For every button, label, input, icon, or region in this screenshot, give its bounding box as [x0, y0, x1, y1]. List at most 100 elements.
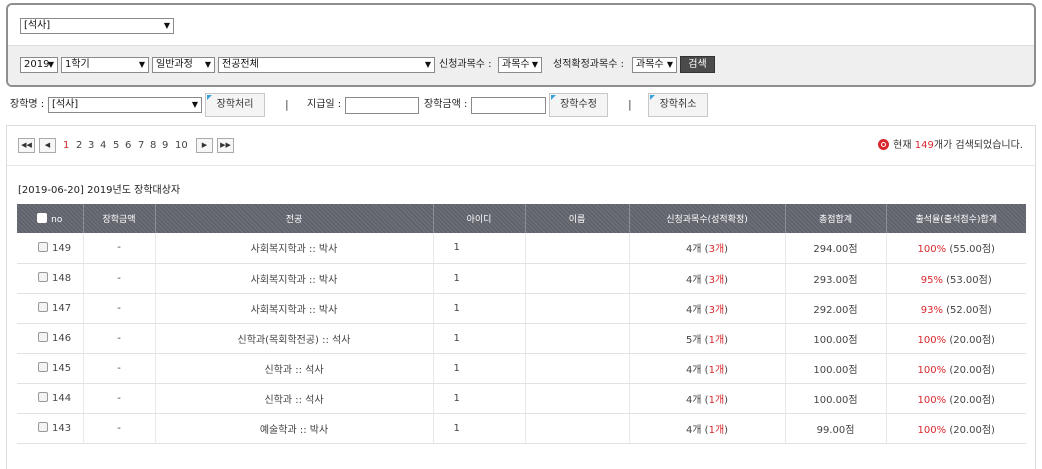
amount-label: 장학금액 : [424, 99, 468, 110]
chevron-down-icon: ▼ [47, 60, 54, 69]
major-select[interactable]: 전공전체 ▼ [218, 57, 435, 73]
table-row: 146 - 신학과(목회학전공) :: 석사 1 5개 (1개) 100.00점… [17, 323, 1026, 354]
year-select[interactable]: 2019 ▼ [20, 57, 58, 73]
row-apply: 4개 (1개) [628, 383, 785, 414]
result-count: 현재 149개가 검색되었습니다. [878, 138, 1023, 153]
row-attendance: 95% (53.00점) [885, 263, 1026, 294]
confirm-count-select[interactable]: 과목수 ▼ [632, 57, 677, 73]
prev-page-button[interactable]: ◀ [39, 138, 56, 153]
row-name [524, 353, 629, 384]
search-button[interactable]: 검색 [680, 56, 715, 73]
row-id: 1 [432, 353, 525, 384]
row-apply: 4개 (3개) [628, 233, 785, 264]
row-checkbox[interactable] [38, 241, 48, 252]
page-7[interactable]: 7 [138, 138, 144, 153]
page-6[interactable]: 6 [125, 138, 131, 153]
row-confirm-count: 3개 [708, 274, 725, 286]
row-id: 1 [432, 233, 525, 264]
search-panel: [석사] ▼ 2019 ▼ 1학기 ▼ 일반과정 ▼ 전공전체 ▼ 신청과목수 … [6, 3, 1036, 87]
scholarship-select[interactable]: [석사] ▼ [48, 97, 202, 113]
col-apply: 신청과목수(성적확정) [628, 204, 785, 233]
table-header: no 장학금액 전공 아이디 이름 신청과목수(성적확정) 총점합계 출석율(출… [17, 204, 1026, 233]
page-3[interactable]: 3 [88, 138, 94, 153]
semester-select-value: 1학기 [65, 59, 90, 70]
row-id: 1 [432, 413, 525, 444]
page-10[interactable]: 10 [175, 138, 188, 153]
row-apply-count: 5개 ( [685, 334, 709, 346]
separator: | [285, 98, 289, 111]
table-row: 145 - 신학과 :: 석사 1 4개 (1개) 100.00점 100% (… [17, 353, 1026, 384]
row-no: 143 [52, 423, 72, 434]
semester-select[interactable]: 1학기 ▼ [61, 57, 149, 73]
chevron-down-icon: ▼ [191, 100, 198, 109]
row-id: 1 [432, 293, 525, 324]
row-checkbox[interactable] [38, 422, 48, 432]
row-apply: 4개 (3개) [628, 263, 785, 294]
scholarship-cancel-button[interactable]: 장학취소 [648, 93, 708, 117]
page-9[interactable]: 9 [162, 138, 168, 153]
page-8[interactable]: 8 [150, 138, 156, 153]
select-all-checkbox[interactable] [37, 212, 48, 223]
row-attendance: 100% (55.00점) [885, 233, 1026, 264]
row-name [524, 233, 629, 264]
row-att-rate: 100% [917, 334, 947, 346]
row-attendance: 93% (52.00점) [885, 293, 1026, 324]
last-page-button[interactable]: ▶▶ [217, 138, 234, 153]
row-attendance: 100% (20.00점) [885, 353, 1026, 384]
major-select-value: 전공전체 [222, 59, 259, 70]
row-apply-close: ) [724, 274, 729, 286]
pay-date-input[interactable] [345, 97, 419, 114]
row-att-rate: 100% [917, 424, 947, 436]
row-name [524, 323, 629, 354]
row-apply-close: ) [724, 364, 729, 376]
row-name [524, 263, 629, 294]
row-no: 144 [52, 393, 72, 404]
row-total: 292.00점 [784, 293, 886, 324]
first-page-button[interactable]: ◀◀ [18, 138, 35, 153]
row-no-cell: 148 [17, 263, 83, 294]
row-amount: - [82, 263, 155, 294]
row-no-cell: 147 [17, 293, 83, 324]
row-att-score: (20.00점) [946, 424, 995, 436]
course-type-select[interactable]: 일반과정 ▼ [152, 57, 215, 73]
confirm-count-value: 과목수 [636, 59, 664, 70]
row-total: 294.00점 [784, 233, 886, 264]
amount-input[interactable] [471, 97, 546, 114]
row-major: 사회복지학과 :: 박사 [154, 263, 433, 294]
apply-count-select[interactable]: 과목수 ▼ [498, 57, 542, 73]
row-major: 예술학과 :: 박사 [154, 413, 433, 444]
row-att-rate: 93% [920, 304, 943, 316]
list-caption: [2019-06-20] 2019년도 장학대상자 [18, 185, 181, 196]
col-amount: 장학금액 [82, 204, 155, 233]
row-attendance: 100% (20.00점) [885, 413, 1026, 444]
row-major: 신학과 :: 석사 [154, 383, 433, 414]
table-row: 149 - 사회복지학과 :: 박사 1 4개 (3개) 294.00점 100… [17, 233, 1026, 264]
scholarship-edit-button[interactable]: 장학수정 [549, 93, 608, 117]
row-amount: - [82, 293, 155, 324]
row-att-rate: 100% [917, 394, 947, 406]
row-checkbox[interactable] [38, 302, 48, 312]
row-amount: - [82, 383, 155, 414]
row-apply-count: 4개 ( [685, 274, 709, 286]
page-5[interactable]: 5 [113, 138, 119, 153]
row-apply-count: 4개 ( [685, 424, 709, 436]
scholarship-process-button[interactable]: 장학처리 [205, 93, 265, 117]
row-checkbox[interactable] [38, 362, 48, 372]
confirm-count-label: 성적확정과목수 : [553, 59, 624, 70]
row-checkbox[interactable] [38, 392, 48, 402]
page-4[interactable]: 4 [100, 138, 106, 153]
page-1[interactable]: 1 [63, 138, 69, 153]
row-no-cell: 144 [17, 383, 83, 414]
degree-select[interactable]: [석사] ▼ [20, 18, 174, 34]
row-amount: - [82, 233, 155, 264]
year-select-value: 2019 [24, 59, 50, 70]
row-amount: - [82, 353, 155, 384]
row-checkbox[interactable] [38, 272, 48, 282]
row-id: 1 [432, 323, 525, 354]
next-page-button[interactable]: ▶ [196, 138, 213, 153]
row-checkbox[interactable] [38, 332, 48, 342]
row-apply-close: ) [724, 334, 729, 346]
row-confirm-count: 1개 [708, 424, 725, 436]
page-2[interactable]: 2 [76, 138, 82, 153]
chevron-down-icon: ▼ [666, 60, 673, 69]
